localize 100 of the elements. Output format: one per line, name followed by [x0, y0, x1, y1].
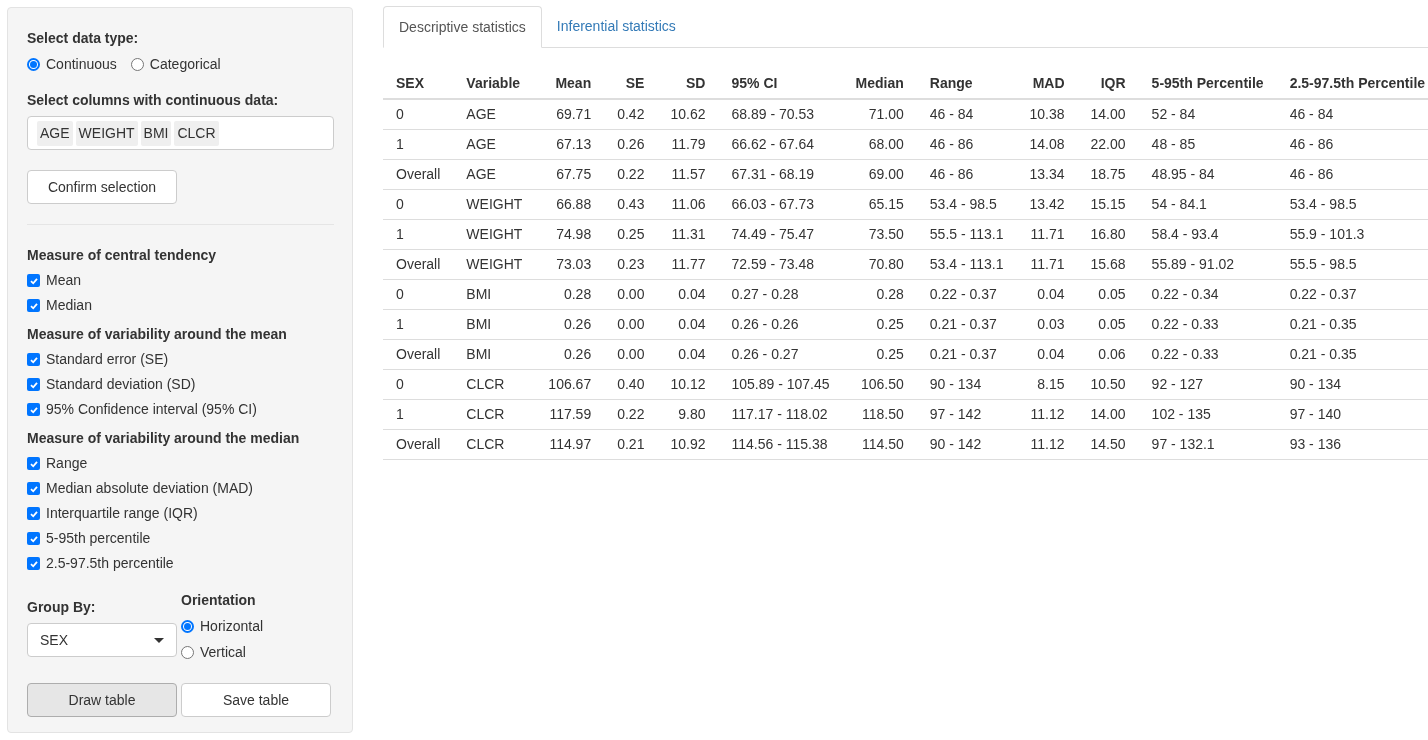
column-tag[interactable]: BMI [140, 120, 172, 146]
table-cell: 66.88 [535, 189, 605, 219]
multi-select-field[interactable]: AGE WEIGHT BMI CLCR [27, 116, 334, 150]
table-cell: 0.22 - 0.33 [1138, 339, 1277, 369]
table-cell: 53.4 - 113.1 [916, 249, 1017, 279]
table-cell: 97 - 132.1 [1138, 429, 1277, 459]
column-header: IQR [1077, 68, 1139, 99]
table-cell: AGE [453, 129, 536, 159]
table-cell: 69.00 [842, 159, 917, 189]
table-cell: 22.00 [1077, 129, 1139, 159]
table-cell: 11.79 [657, 129, 719, 159]
table-cell: 0.04 [1016, 279, 1078, 309]
table-cell: 90 - 134 [916, 369, 1017, 399]
table-cell: 117.17 - 118.02 [718, 399, 843, 429]
table-cell: 10.62 [657, 99, 719, 129]
column-header: 5-95th Percentile [1138, 68, 1277, 99]
column-tag[interactable]: AGE [37, 120, 73, 146]
table-cell: 65.15 [842, 189, 917, 219]
table-cell: 11.57 [657, 159, 719, 189]
checkbox[interactable] [27, 507, 40, 520]
column-tag[interactable]: CLCR [174, 120, 219, 146]
checkbox[interactable] [27, 353, 40, 366]
section-heading: Measure of variability around the median [27, 429, 301, 448]
checkbox-label: Median absolute deviation (MAD) [46, 479, 253, 498]
checkbox[interactable] [27, 557, 40, 570]
table-cell: 0.21 [604, 429, 658, 459]
table-cell: 0.00 [604, 279, 658, 309]
caret-icon [154, 637, 164, 643]
checkbox[interactable] [27, 457, 40, 470]
table-cell: 46 - 86 [1276, 159, 1428, 189]
table-cell: 11.77 [657, 249, 719, 279]
table-cell: 0.26 [535, 339, 605, 369]
table-cell: 97 - 142 [916, 399, 1017, 429]
table-cell: 10.50 [1077, 369, 1139, 399]
checkbox[interactable] [27, 482, 40, 495]
table-cell: 11.71 [1016, 249, 1078, 279]
table-cell: AGE [453, 159, 536, 189]
table-cell: 66.62 - 67.64 [718, 129, 843, 159]
column-header: SD [657, 68, 719, 99]
action-button[interactable]: Save table [181, 683, 331, 717]
radio-button[interactable] [181, 620, 194, 633]
table-cell: 16.80 [1077, 219, 1139, 249]
table-cell: 11.06 [657, 189, 719, 219]
tab[interactable]: Inferential statistics [541, 6, 691, 47]
radio-label: Vertical [200, 643, 246, 662]
table-cell: 8.15 [1016, 369, 1078, 399]
table-cell: BMI [453, 309, 536, 339]
field-label: Select columns with continuous data: [27, 91, 280, 110]
radio-button[interactable] [27, 58, 40, 71]
table-cell: 90 - 142 [916, 429, 1017, 459]
tab[interactable]: Descriptive statistics [383, 6, 542, 48]
table-cell: 102 - 135 [1138, 399, 1277, 429]
section-heading: Measure of central tendency [27, 246, 218, 265]
group-by-dropdown[interactable]: SEX [27, 623, 177, 657]
table-cell: 0.21 - 0.35 [1276, 309, 1428, 339]
table-cell: 67.75 [535, 159, 605, 189]
radio-button[interactable] [181, 646, 194, 659]
table-cell: 18.75 [1077, 159, 1139, 189]
checkbox-label: Interquartile range (IQR) [46, 504, 198, 523]
table-cell: 92 - 127 [1138, 369, 1277, 399]
table-cell: 0.04 [657, 309, 719, 339]
table-cell: 114.97 [535, 429, 605, 459]
confirm-button[interactable]: Confirm selection [27, 170, 177, 204]
table-cell: 0.04 [657, 339, 719, 369]
action-button[interactable]: Draw table [27, 683, 177, 717]
table-cell: 58.4 - 93.4 [1138, 219, 1277, 249]
column-tag[interactable]: WEIGHT [75, 120, 138, 146]
table-cell: 0.00 [604, 309, 658, 339]
table-cell: 67.31 - 68.19 [718, 159, 843, 189]
checkbox[interactable] [27, 403, 40, 416]
checkbox-label: 5-95th percentile [46, 529, 151, 548]
table-cell: 97 - 140 [1276, 399, 1428, 429]
checkbox[interactable] [27, 532, 40, 545]
checkbox[interactable] [27, 378, 40, 391]
table-cell: 10.92 [657, 429, 719, 459]
table-cell: 0.27 - 0.28 [718, 279, 843, 309]
checkbox-label: Standard deviation (SD) [46, 375, 196, 394]
table-cell: 0.04 [657, 279, 719, 309]
table-cell: 74.98 [535, 219, 605, 249]
table-cell: 0.22 [604, 399, 658, 429]
dropdown-value: SEX [40, 630, 68, 650]
column-header: Variable [453, 68, 536, 99]
table-cell: 53.4 - 98.5 [916, 189, 1017, 219]
table-cell: 0.21 - 0.37 [916, 339, 1017, 369]
column-header: Range [916, 68, 1017, 99]
table-cell: BMI [453, 279, 536, 309]
table-cell: 0.06 [1077, 339, 1139, 369]
table-cell: 14.00 [1077, 99, 1139, 129]
table-cell: 0.25 [842, 309, 917, 339]
table-cell: 15.15 [1077, 189, 1139, 219]
table-cell: 73.03 [535, 249, 605, 279]
table-cell: 0.28 [535, 279, 605, 309]
table-cell: 46 - 86 [1276, 129, 1428, 159]
table-cell: 14.08 [1016, 129, 1078, 159]
checkbox[interactable] [27, 274, 40, 287]
table-cell: 0 [383, 279, 454, 309]
radio-button[interactable] [130, 58, 144, 71]
table-cell: 0.42 [604, 99, 658, 129]
table-cell: 0.43 [604, 189, 658, 219]
checkbox[interactable] [27, 299, 40, 312]
